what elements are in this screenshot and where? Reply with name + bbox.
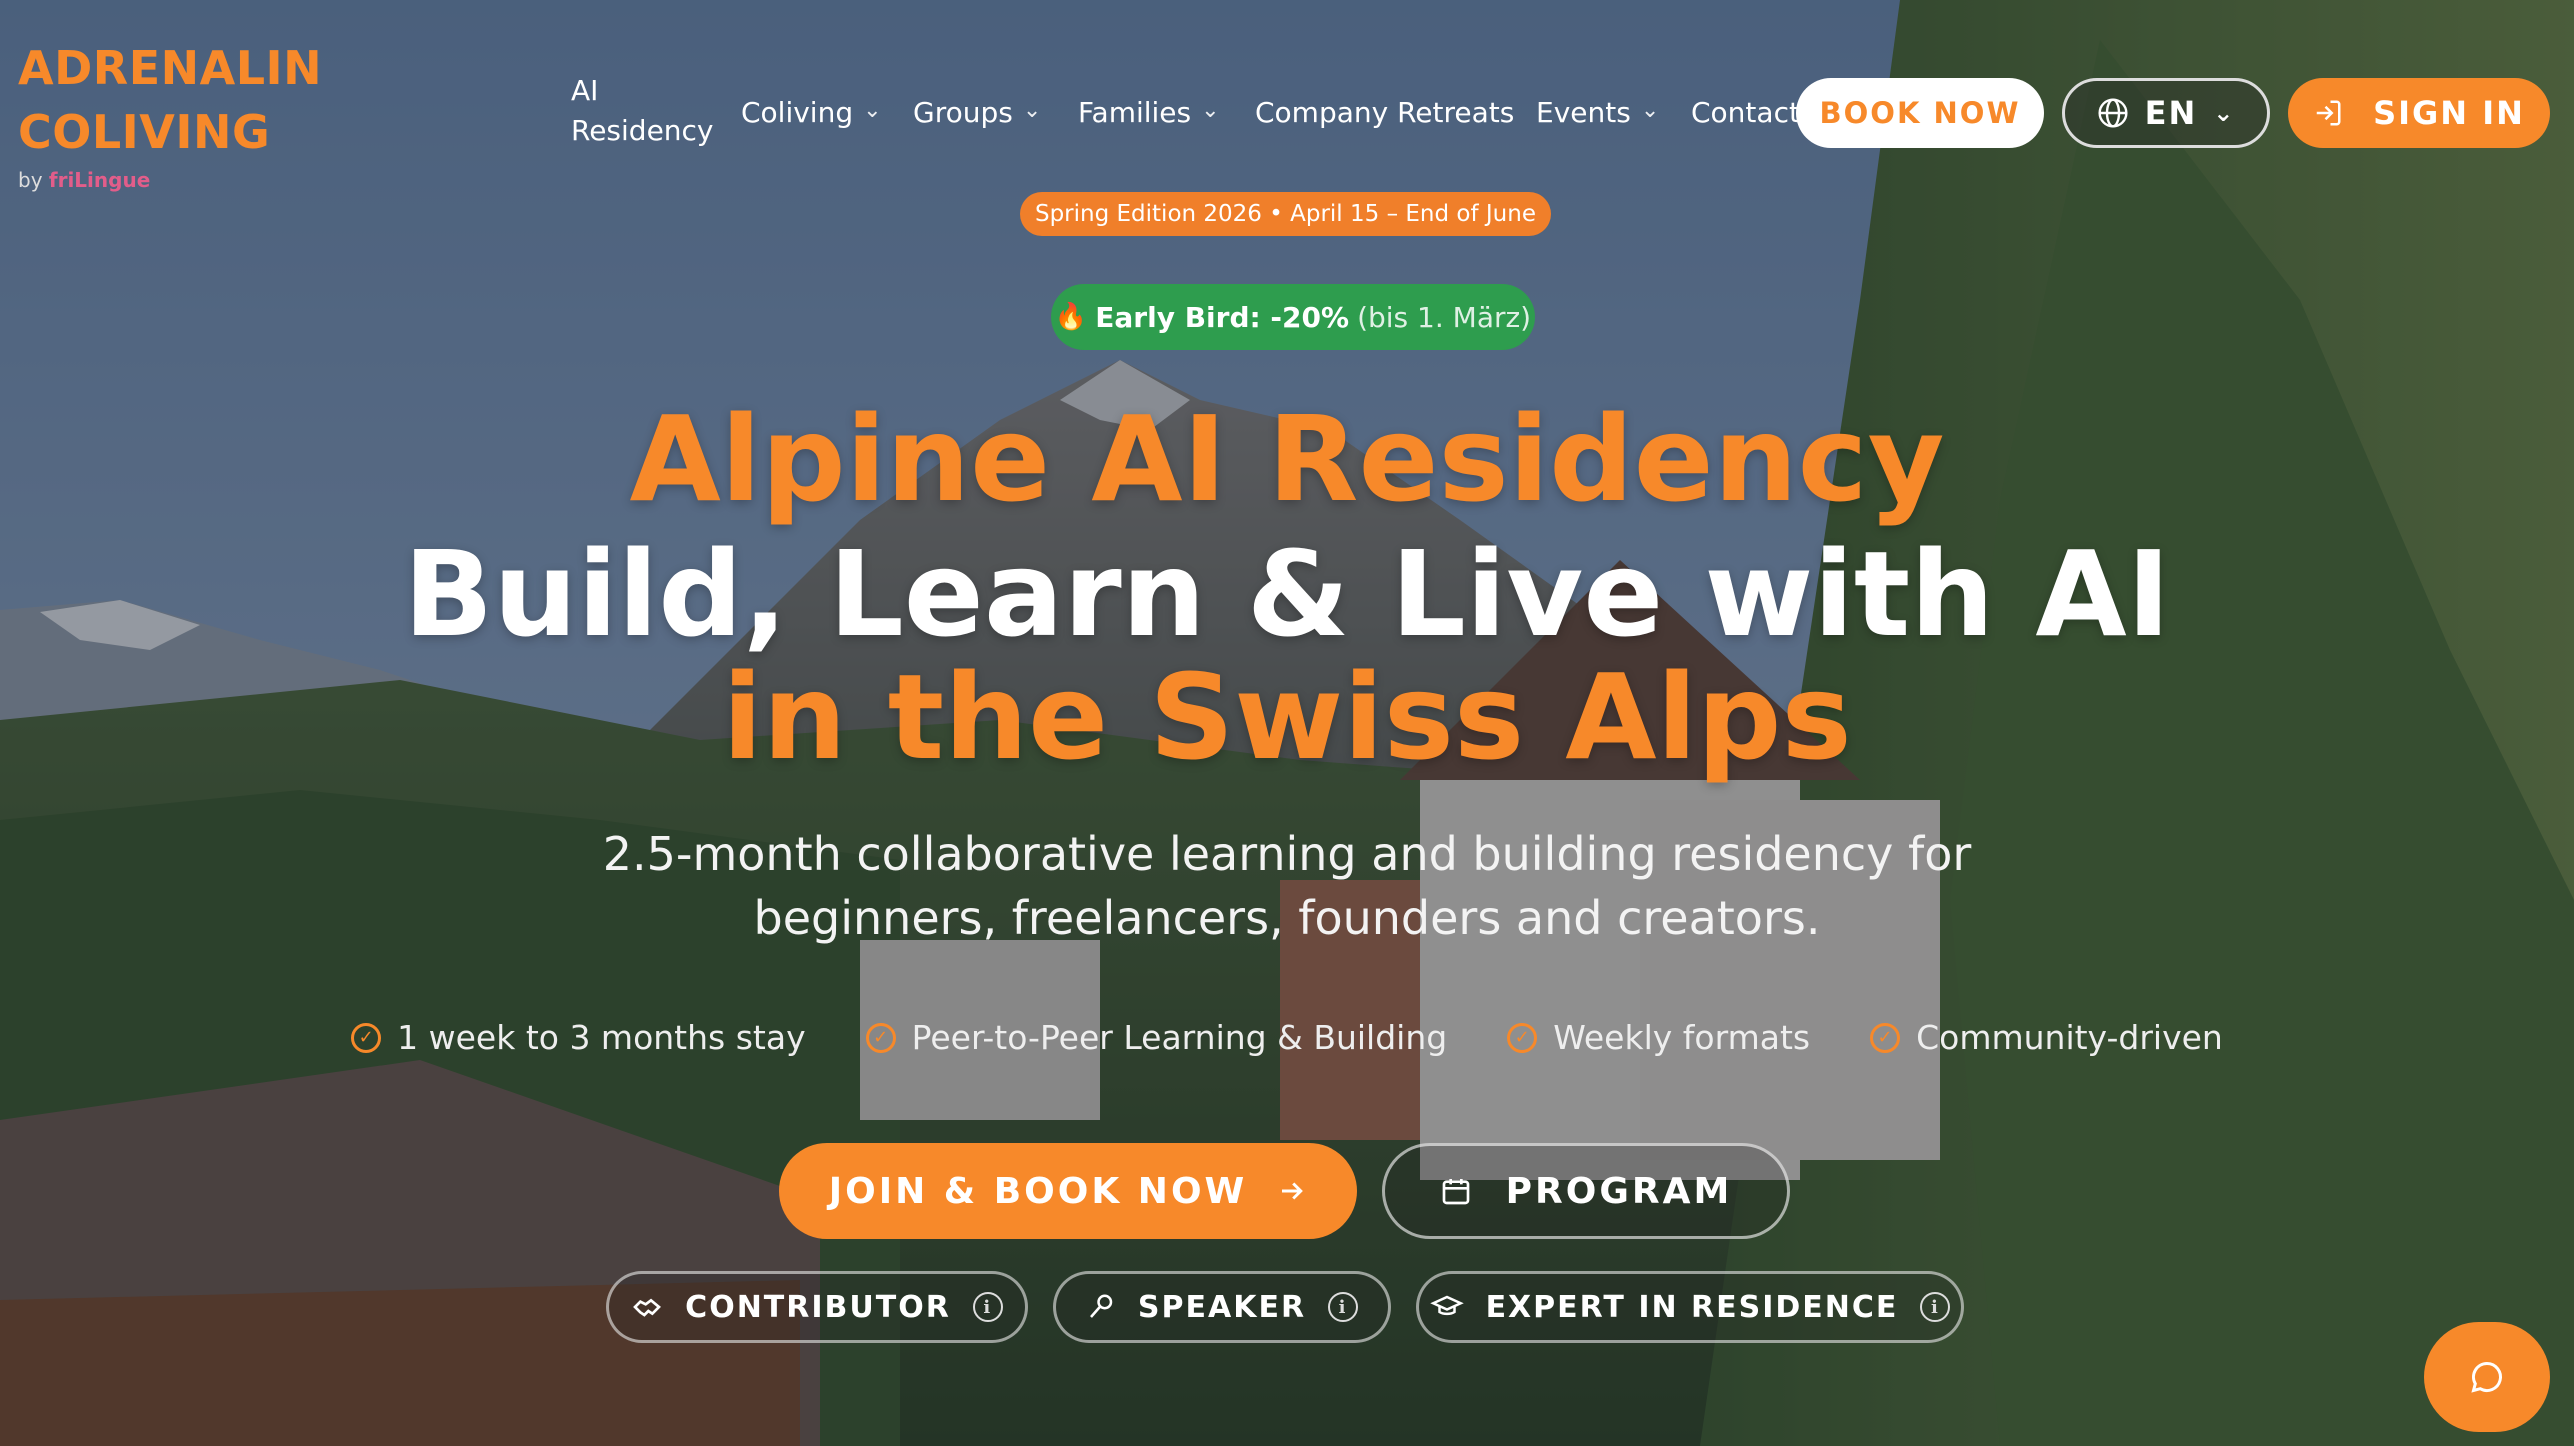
early-bird-strong: Early Bird: -20%: [1095, 300, 1350, 334]
expert-in-residence-label: EXPERT IN RESIDENCE: [1485, 1289, 1899, 1325]
nav-company-retreats-label: Company Retreats: [1255, 96, 1515, 129]
hero-subtitle-line1: 2.5-month collaborative learning and bui…: [602, 827, 1972, 881]
feature-item: ✓ Community-driven: [1870, 1018, 2223, 1057]
nav-groups-label: Groups: [913, 96, 1013, 129]
hero-title-line1: Alpine AI Residency: [629, 390, 1945, 528]
globe-icon: [2098, 98, 2128, 128]
check-circle-icon: ✓: [1870, 1022, 1901, 1053]
contributor-label: CONTRIBUTOR: [685, 1289, 951, 1325]
microphone-icon: [1089, 1294, 1113, 1318]
info-icon[interactable]: i: [1920, 1292, 1951, 1322]
program-label: PROGRAM: [1505, 1170, 1733, 1212]
hero-subtitle-line2: beginners, freelancers, founders and cre…: [753, 891, 1821, 945]
check-circle-icon: ✓: [865, 1022, 896, 1053]
nav-coliving-label: Coliving: [741, 96, 854, 129]
feature-label: Community-driven: [1916, 1018, 2223, 1057]
join-book-now-button[interactable]: JOIN & BOOK NOW: [779, 1143, 1357, 1239]
calendar-icon: [1442, 1179, 1469, 1205]
feature-label: Weekly formats: [1553, 1018, 1811, 1057]
graduation-cap-icon: [1429, 1295, 1464, 1316]
nav-families-label: Families: [1078, 96, 1192, 129]
speaker-label: SPEAKER: [1137, 1289, 1307, 1325]
feature-item: ✓ Peer-to-Peer Learning & Building: [865, 1018, 1448, 1057]
nav-item-coliving[interactable]: Coliving ⌄: [741, 96, 882, 129]
nav-item-company-retreats[interactable]: Company Retreats: [1255, 96, 1514, 129]
nav-ai-residency-line1: AI: [571, 74, 599, 107]
language-label: EN: [2144, 94, 2198, 132]
language-selector[interactable]: EN ⌄: [2062, 78, 2270, 148]
chevron-down-icon: ⌄: [1201, 98, 1220, 123]
feature-label: Peer-to-Peer Learning & Building: [911, 1018, 1448, 1057]
chat-icon: [2471, 1361, 2502, 1393]
arrow-right-icon: [1282, 1182, 1304, 1200]
nav-events-label: Events: [1536, 96, 1631, 129]
feature-label: 1 week to 3 months stay: [397, 1018, 806, 1057]
hero-title-line3: in the Swiss Alps: [722, 648, 1852, 786]
nav-contact-label: Contact: [1691, 96, 1800, 129]
nav-ai-residency-line2: Residency: [571, 114, 714, 147]
chevron-down-icon: ⌄: [863, 98, 882, 123]
feature-list: ✓ 1 week to 3 months stay ✓ Peer-to-Peer…: [0, 1018, 2574, 1057]
chevron-down-icon: ⌄: [2213, 99, 2236, 127]
join-book-now-label: JOIN & BOOK NOW: [828, 1170, 1248, 1212]
check-circle-icon: ✓: [1507, 1022, 1538, 1053]
fire-icon: 🔥: [1054, 302, 1088, 332]
check-circle-icon: ✓: [351, 1022, 382, 1053]
feature-item: ✓ 1 week to 3 months stay: [351, 1018, 806, 1057]
book-now-label: BOOK NOW: [1819, 96, 2021, 130]
handshake-icon: [633, 1298, 662, 1317]
speaker-button[interactable]: SPEAKER i: [1053, 1271, 1391, 1343]
nav-item-contact[interactable]: Contact: [1691, 96, 1800, 129]
hero-title-line2: Build, Learn & Live with AI: [403, 525, 2171, 663]
sign-in-button[interactable]: SIGN IN: [2288, 78, 2550, 148]
nav-item-ai-residency[interactable]: AI Residency: [571, 74, 714, 148]
expert-in-residence-button[interactable]: EXPERT IN RESIDENCE i: [1416, 1271, 1964, 1343]
program-button[interactable]: PROGRAM: [1382, 1143, 1790, 1239]
nav-item-events[interactable]: Events ⌄: [1536, 96, 1659, 129]
chevron-down-icon: ⌄: [1640, 98, 1660, 123]
chat-button[interactable]: [2424, 1322, 2550, 1432]
contributor-button[interactable]: CONTRIBUTOR i: [606, 1271, 1028, 1343]
edition-badge: Spring Edition 2026 • April 15 – End of …: [1020, 192, 1551, 236]
info-icon[interactable]: i: [972, 1292, 1003, 1322]
book-now-button[interactable]: BOOK NOW: [1796, 78, 2044, 148]
early-bird-rest: (bis 1. März): [1357, 300, 1532, 334]
feature-item: ✓ Weekly formats: [1507, 1018, 1810, 1057]
chevron-down-icon: ⌄: [1022, 98, 1042, 123]
nav-item-groups[interactable]: Groups ⌄: [913, 96, 1041, 129]
sign-in-label: SIGN IN: [2373, 94, 2525, 132]
edition-badge-text: Spring Edition 2026 • April 15 – End of …: [1034, 201, 1536, 227]
early-bird-badge: 🔥 Early Bird: -20% (bis 1. März): [1051, 284, 1535, 350]
info-icon[interactable]: i: [1328, 1292, 1359, 1322]
sign-in-icon: [2316, 100, 2341, 126]
nav-item-families[interactable]: Families ⌄: [1078, 96, 1220, 129]
